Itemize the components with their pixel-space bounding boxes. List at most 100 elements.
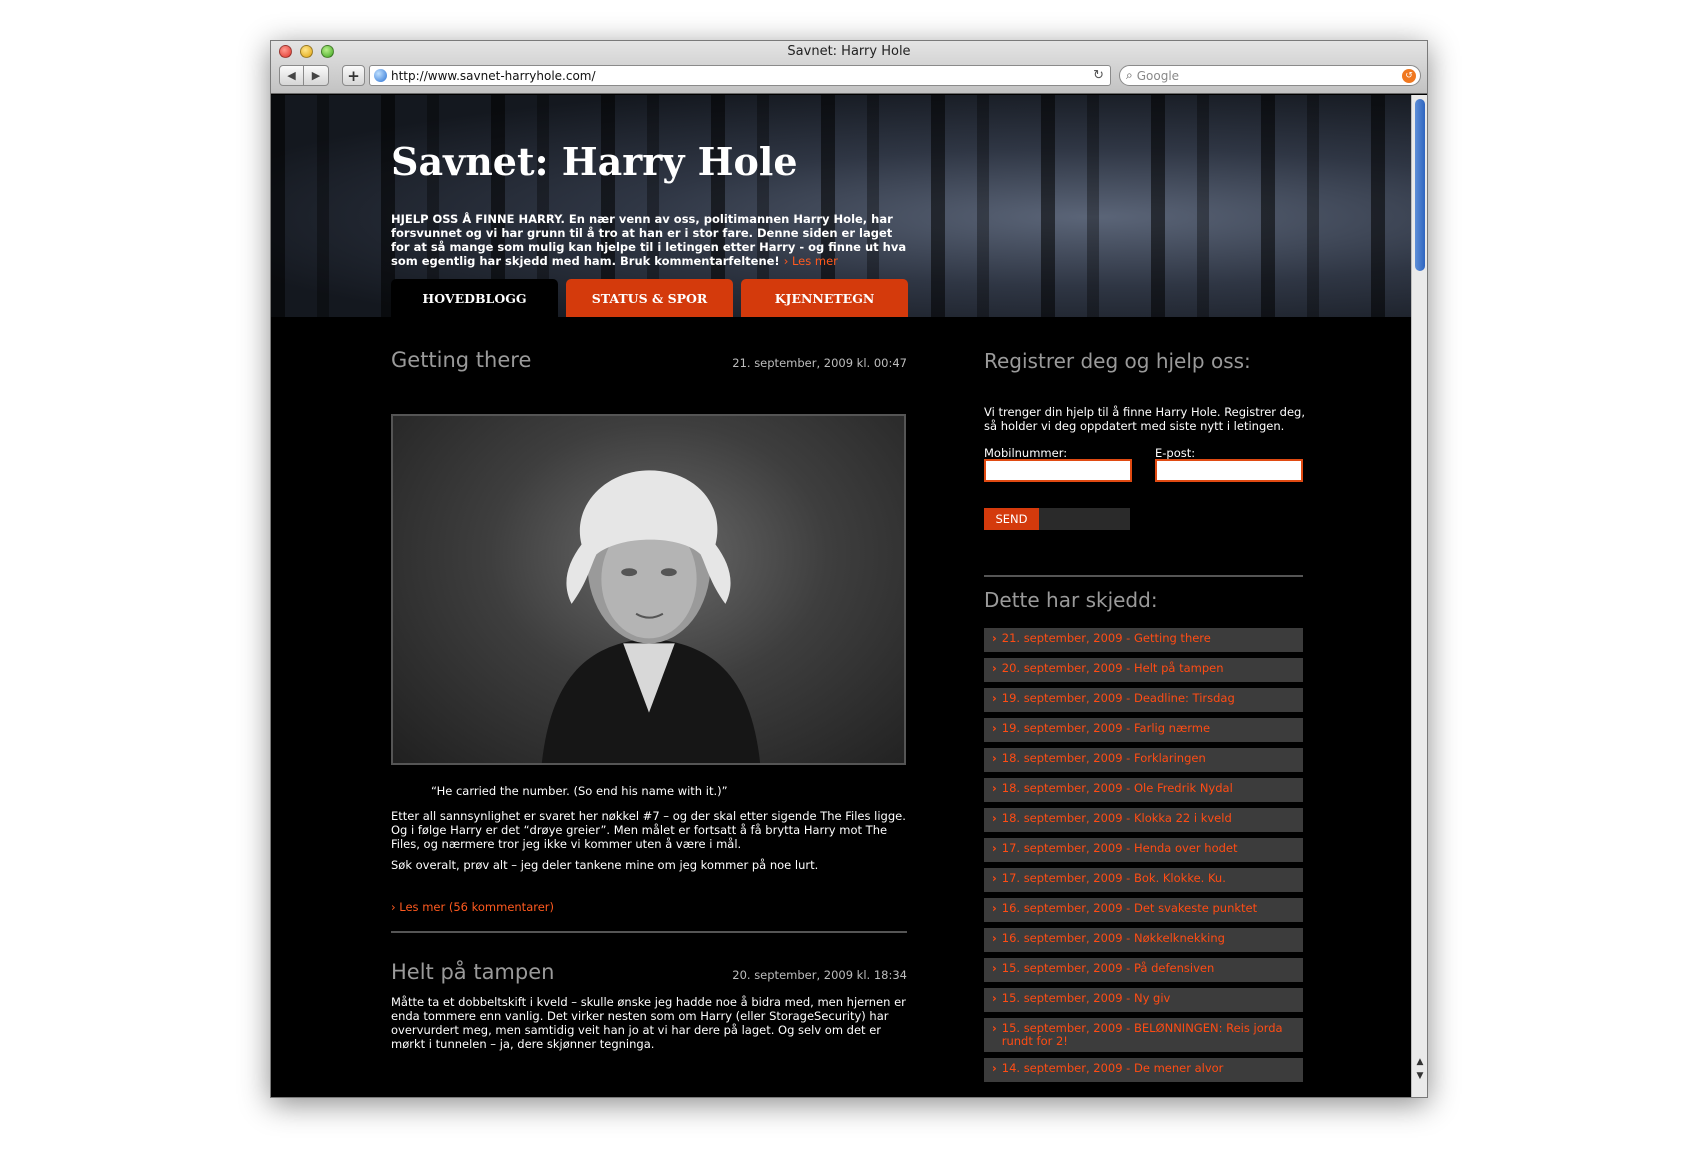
event-label: 15. september, 2009 - På defensiven (1001, 961, 1215, 975)
chevron-right-icon: › (992, 1061, 997, 1075)
post-portrait-image (391, 414, 906, 765)
add-bookmark-button[interactable]: + (342, 65, 365, 86)
scroll-up-arrow-icon[interactable]: ▲ (1412, 1055, 1427, 1069)
event-item[interactable]: › 18. september, 2009 - Klokka 22 i kveld (984, 808, 1303, 832)
reload-icon[interactable]: ↻ (1093, 68, 1104, 83)
chevron-right-icon: › (992, 721, 997, 735)
post-paragraph: Måtte ta et dobbeltskift i kveld – skull… (391, 995, 906, 1051)
post-paragraph: Etter all sannsynlighet er svaret her nø… (391, 809, 906, 851)
back-button[interactable]: ◀ (279, 65, 304, 86)
send-button[interactable]: SEND (984, 508, 1039, 530)
register-text: Vi trenger din hjelp til å finne Harry H… (984, 405, 1306, 433)
site-header: Savnet: Harry Hole HJELP OSS Å FINNE HAR… (271, 95, 1413, 317)
mobile-input[interactable] (984, 459, 1132, 482)
browser-window: Savnet: Harry Hole ◀ ▶ + http://www.savn… (270, 40, 1428, 1098)
url-text[interactable]: http://www.savnet-harryhole.com/ (391, 69, 1093, 83)
event-item[interactable]: › 15. september, 2009 - Ny giv (984, 988, 1303, 1012)
event-label: 16. september, 2009 - Nøkkelknekking (1001, 931, 1225, 945)
chevron-right-icon: › (992, 661, 997, 675)
email-label: E-post: (1155, 446, 1196, 460)
chevron-right-icon: › (992, 961, 997, 975)
event-item[interactable]: › 21. september, 2009 - Getting there (984, 628, 1303, 652)
event-label: 21. september, 2009 - Getting there (1001, 631, 1211, 645)
register-title: Registrer deg og hjelp oss: (984, 349, 1251, 373)
forward-arrow-icon: ▶ (311, 69, 321, 82)
chevron-right-icon: › (992, 841, 997, 855)
search-placeholder: Google (1136, 68, 1180, 83)
post-divider (391, 931, 907, 933)
chevron-right-icon: › (992, 901, 997, 915)
event-label: 18. september, 2009 - Klokka 22 i kveld (1001, 811, 1232, 825)
search-icon: ⌕ (1126, 68, 1133, 82)
post-date: 20. september, 2009 kl. 18:34 (732, 968, 907, 982)
vertical-scrollbar[interactable]: ▲ ▼ (1411, 95, 1427, 1097)
history-nav: ◀ ▶ (279, 65, 329, 86)
intro-read-more-label: Les mer (791, 254, 838, 268)
search-field[interactable]: ⌕ Google ↺ (1119, 65, 1421, 86)
chevron-right-icon: › (992, 811, 997, 825)
event-item[interactable]: › 20. september, 2009 - Helt på tampen (984, 658, 1303, 682)
event-label: 17. september, 2009 - Bok. Klokke. Ku. (1001, 871, 1226, 885)
event-label: 15. september, 2009 - BELØNNINGEN: Reis … (1001, 1021, 1283, 1048)
event-label: 14. september, 2009 - De mener alvor (1001, 1061, 1224, 1075)
scroll-down-arrow-icon[interactable]: ▼ (1412, 1069, 1427, 1083)
chevron-right-icon: › (992, 691, 997, 705)
event-label: 16. september, 2009 - Det svakeste punkt… (1001, 901, 1258, 915)
event-item[interactable]: › 14. september, 2009 - De mener alvor (984, 1058, 1303, 1082)
events-list: › 21. september, 2009 - Getting there › 20… (984, 628, 1303, 1088)
forward-button[interactable]: ▶ (304, 65, 329, 86)
event-item[interactable]: › 18. september, 2009 - Ole Fredrik Nydal (984, 778, 1303, 802)
event-item[interactable]: › 15. september, 2009 - BELØNNINGEN: Reis… (984, 1018, 1303, 1052)
event-label: 18. september, 2009 - Ole Fredrik Nydal (1001, 781, 1233, 795)
event-label: 19. september, 2009 - Deadline: Tirsdag (1001, 691, 1235, 705)
post-header: Getting there 21. september, 2009 kl. 00… (391, 348, 907, 372)
post-title[interactable]: Getting there (391, 348, 531, 372)
browser-toolbar: Savnet: Harry Hole ◀ ▶ + http://www.savn… (271, 41, 1427, 94)
chevron-right-icon: › (992, 871, 997, 885)
post-read-more-label: Les mer (56 kommentarer) (399, 900, 555, 914)
email-input[interactable] (1155, 459, 1303, 482)
chevron-right-icon: › (992, 931, 997, 945)
tab-status-spor[interactable]: STATUS & SPOR (566, 279, 733, 317)
sidebar-divider (984, 575, 1303, 577)
event-item[interactable]: › 15. september, 2009 - På defensiven (984, 958, 1303, 982)
event-item[interactable]: › 16. september, 2009 - Det svakeste punk… (984, 898, 1303, 922)
chevron-right-icon: › (992, 751, 997, 765)
back-arrow-icon: ◀ (287, 69, 296, 82)
post-quote: “He carried the number. (So end his name… (431, 784, 728, 798)
mobile-label: Mobilnummer: (984, 446, 1068, 460)
post-date: 21. september, 2009 kl. 00:47 (732, 356, 907, 370)
search-snapback-icon[interactable]: ↺ (1402, 68, 1416, 83)
event-label: 19. september, 2009 - Farlig nærme (1001, 721, 1211, 735)
post-read-more-link[interactable]: › Les mer (56 kommentarer) (391, 900, 554, 914)
main-tabs: HOVEDBLOGG STATUS & SPOR KJENNETEGN (391, 279, 908, 317)
tab-hovedblogg[interactable]: HOVEDBLOGG (391, 279, 558, 317)
tab-kjennetegn[interactable]: KJENNETEGN (741, 279, 908, 317)
chevron-right-icon: › (992, 631, 997, 645)
site-globe-icon (374, 69, 387, 82)
plus-icon: + (347, 66, 360, 85)
event-item[interactable]: › 19. september, 2009 - Deadline: Tirsdag (984, 688, 1303, 712)
event-label: 15. september, 2009 - Ny giv (1001, 991, 1171, 1005)
event-label: 20. september, 2009 - Helt på tampen (1001, 661, 1224, 675)
page-viewport: Savnet: Harry Hole HJELP OSS Å FINNE HAR… (271, 95, 1413, 1097)
intro-text: HJELP OSS Å FINNE HARRY. En nær venn av … (391, 212, 911, 268)
chevron-right-icon: › (992, 1021, 997, 1035)
site-title: Savnet: Harry Hole (391, 139, 798, 184)
chevron-right-icon: › (992, 991, 997, 1005)
event-item[interactable]: › 16. september, 2009 - Nøkkelknekking (984, 928, 1303, 952)
event-item[interactable]: › 19. september, 2009 - Farlig nærme (984, 718, 1303, 742)
event-item[interactable]: › 17. september, 2009 - Bok. Klokke. Ku. (984, 868, 1303, 892)
address-bar[interactable]: http://www.savnet-harryhole.com/ ↻ (369, 65, 1111, 86)
event-item[interactable]: › 17. september, 2009 - Henda over hodet (984, 838, 1303, 862)
scrollbar-thumb[interactable] (1415, 99, 1425, 271)
post-paragraph: Søk overalt, prøv alt – jeg deler tanken… (391, 858, 819, 872)
post-title[interactable]: Helt på tampen (391, 960, 554, 984)
event-label: 18. september, 2009 - Forklaringen (1001, 751, 1206, 765)
events-title: Dette har skjedd: (984, 588, 1158, 612)
event-item[interactable]: › 18. september, 2009 - Forklaringen (984, 748, 1303, 772)
portrait-illustration (541, 470, 761, 763)
intro-read-more-link[interactable]: › Les mer (784, 254, 838, 268)
post-header: Helt på tampen 20. september, 2009 kl. 1… (391, 960, 907, 984)
event-label: 17. september, 2009 - Henda over hodet (1001, 841, 1238, 855)
